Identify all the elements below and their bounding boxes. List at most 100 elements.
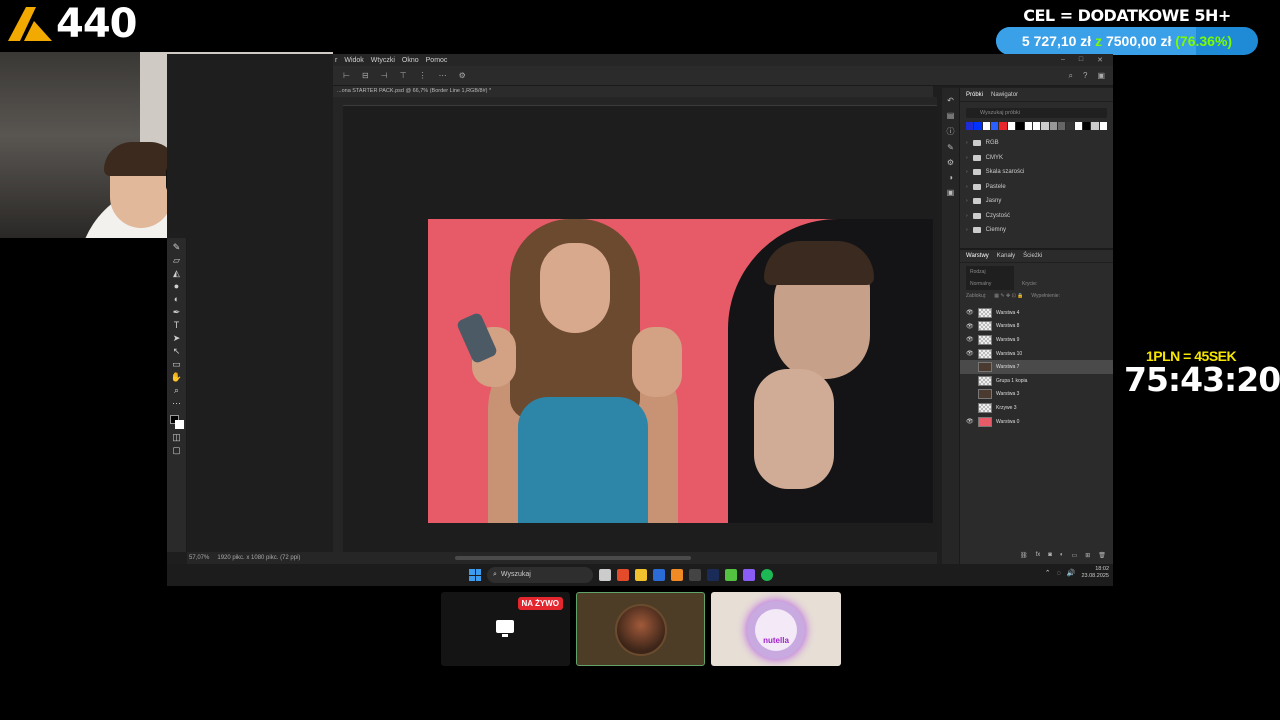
swatch-folder[interactable]: › Jasny <box>966 194 1113 209</box>
taskbar-search[interactable]: ⌕ Wyszukaj <box>487 567 593 583</box>
file-explorer-icon[interactable] <box>635 569 647 581</box>
path-select-icon[interactable]: ➤ <box>171 333 183 343</box>
layer-row[interactable]: 👁 Warstwa 8 <box>960 320 1113 334</box>
menu-item-window[interactable]: Okno <box>402 57 419 64</box>
info-icon[interactable]: ⓘ <box>947 126 955 137</box>
zoom-tool-icon[interactable]: ⌕ <box>171 385 183 395</box>
visibility-eye-icon[interactable]: 👁 <box>966 323 974 330</box>
eraser-tool-icon[interactable]: ▱ <box>171 255 183 265</box>
tab-layers[interactable]: Warstwy <box>966 253 989 259</box>
swatch-folder[interactable]: › Pastele <box>966 180 1113 195</box>
color-swatch[interactable] <box>1032 122 1041 130</box>
direct-select-icon[interactable]: ↖ <box>171 346 183 356</box>
layer-kind-filter[interactable]: Rodzaj <box>966 266 1014 278</box>
menu-item-plugins[interactable]: Wtyczki <box>371 57 395 64</box>
layer-row[interactable]: Warstwa 3 <box>960 388 1113 402</box>
search-icon[interactable]: ⌕ <box>1069 71 1073 81</box>
visibility-eye-icon[interactable]: 👁 <box>966 336 974 343</box>
color-swatch[interactable] <box>999 122 1007 130</box>
close-icon[interactable]: ✕ <box>1097 56 1103 64</box>
hand-tool-icon[interactable]: ✋ <box>171 372 183 382</box>
clock[interactable]: 18:02 23.08.2025 <box>1081 566 1109 580</box>
layer-row[interactable]: 👁 Warstwa 4 <box>960 306 1113 320</box>
more-tools-icon[interactable]: ⋯ <box>171 398 183 408</box>
fx-icon[interactable]: fx <box>1036 552 1041 559</box>
distribute-icon[interactable]: ⋮ <box>419 71 427 80</box>
link-layers-icon[interactable]: ⛓ <box>1020 552 1028 559</box>
new-group-icon[interactable]: ▭ <box>1072 552 1078 559</box>
visibility-eye-icon[interactable]: 👁 <box>966 350 974 357</box>
obs-icon[interactable] <box>689 569 701 581</box>
visibility-eye-icon[interactable]: 👁 <box>966 309 974 316</box>
brush-settings-icon[interactable]: ✎ <box>947 143 954 152</box>
start-icon[interactable] <box>469 569 481 581</box>
layer-row[interactable]: Krzywe 3 <box>960 401 1113 415</box>
discord-icon[interactable] <box>743 569 755 581</box>
tab-paths[interactable]: Ścieżki <box>1023 253 1042 259</box>
document-canvas[interactable] <box>428 219 933 523</box>
align-left-icon[interactable]: ⊢ <box>343 71 350 80</box>
align-center-icon[interactable]: ⊟ <box>362 71 369 80</box>
volume-icon[interactable]: 🔊 <box>1067 569 1076 577</box>
background-color[interactable] <box>174 420 184 429</box>
tray-chevron-icon[interactable]: ⌃ <box>1045 569 1051 577</box>
menu-item-help[interactable]: Pomoc <box>426 57 448 64</box>
add-mask-icon[interactable]: ◙ <box>1048 552 1052 559</box>
shape-tool-icon[interactable]: ▭ <box>171 359 183 369</box>
tab-navigator[interactable]: Nawigator <box>991 92 1018 98</box>
adjustment-layer-icon[interactable]: ◐ <box>1060 552 1064 559</box>
properties-icon[interactable]: ⚙ <box>947 158 954 167</box>
horizontal-scrollbar[interactable] <box>455 556 691 560</box>
color-swatch[interactable] <box>1066 122 1074 130</box>
menu-item[interactable]: r <box>335 57 337 64</box>
settings-gear-icon[interactable]: ⚙ <box>459 71 466 80</box>
spotify-icon[interactable] <box>761 569 773 581</box>
color-swatch[interactable] <box>966 122 974 130</box>
styles-icon[interactable]: ▣ <box>947 188 955 197</box>
color-swatch[interactable] <box>1099 122 1108 130</box>
layer-row[interactable]: 👁 Warstwa 0 <box>960 415 1113 429</box>
quick-mask-icon[interactable]: ◫ <box>171 432 183 442</box>
network-icon[interactable]: ◌ <box>1057 570 1061 577</box>
more-options-icon[interactable]: ⋯ <box>439 71 447 80</box>
fill-tool-icon[interactable]: ◭ <box>171 268 183 278</box>
green-app-icon[interactable] <box>725 569 737 581</box>
screen-mode-icon[interactable]: ▢ <box>171 445 183 455</box>
color-swatch[interactable] <box>982 122 991 130</box>
delete-layer-icon[interactable]: 🗑 <box>1098 552 1106 559</box>
minimize-icon[interactable]: – <box>1061 56 1065 64</box>
swatch-folder[interactable]: › Czystość <box>966 209 1113 224</box>
firefox-icon[interactable] <box>671 569 683 581</box>
type-tool-icon[interactable]: T <box>171 320 183 330</box>
swatch-folder[interactable]: › CMYK <box>966 151 1113 166</box>
color-swatch[interactable] <box>1057 122 1066 130</box>
workspace-icon[interactable]: ▣ <box>1097 71 1105 81</box>
document-tab[interactable]: ...ona STARTER PACK.psd @ 66,7% (Border … <box>333 86 933 97</box>
layer-row[interactable]: 👁 Warstwa 10 <box>960 347 1113 361</box>
color-swatches[interactable] <box>169 415 184 429</box>
live-stream-card[interactable]: NA ŻYWO <box>441 592 570 666</box>
layer-row[interactable]: Grupa 1 kopia <box>960 374 1113 388</box>
menu-item-view[interactable]: Widok <box>344 57 363 64</box>
color-swatch[interactable] <box>1007 122 1016 130</box>
swatch-folder[interactable]: › Ciemny <box>966 223 1113 238</box>
color-swatch[interactable] <box>1074 122 1083 130</box>
store-icon[interactable] <box>653 569 665 581</box>
zoom-level[interactable]: 57,07% <box>189 552 209 564</box>
color-swatch[interactable] <box>991 122 999 130</box>
swatch-folder[interactable]: › RGB <box>966 136 1113 151</box>
align-top-icon[interactable]: ⊤ <box>400 71 407 80</box>
library-icon[interactable]: ▤ <box>947 111 955 120</box>
color-swatch[interactable] <box>1024 122 1032 130</box>
lock-icons[interactable]: ▦ ✎ ✥ ⊡ 🔒 <box>994 290 1023 302</box>
help-icon[interactable]: ? <box>1083 71 1087 81</box>
new-layer-icon[interactable]: ⊞ <box>1085 552 1090 559</box>
color-swatch[interactable] <box>1041 122 1049 130</box>
brave-icon[interactable] <box>617 569 629 581</box>
streamer-avatar-card[interactable] <box>576 592 705 666</box>
task-view-icon[interactable] <box>599 569 611 581</box>
dodge-tool-icon[interactable]: ◐ <box>171 294 183 304</box>
visibility-eye-icon[interactable]: 👁 <box>966 418 974 425</box>
color-swatch[interactable] <box>1083 122 1091 130</box>
blend-mode-select[interactable]: Normalny <box>966 278 1014 290</box>
